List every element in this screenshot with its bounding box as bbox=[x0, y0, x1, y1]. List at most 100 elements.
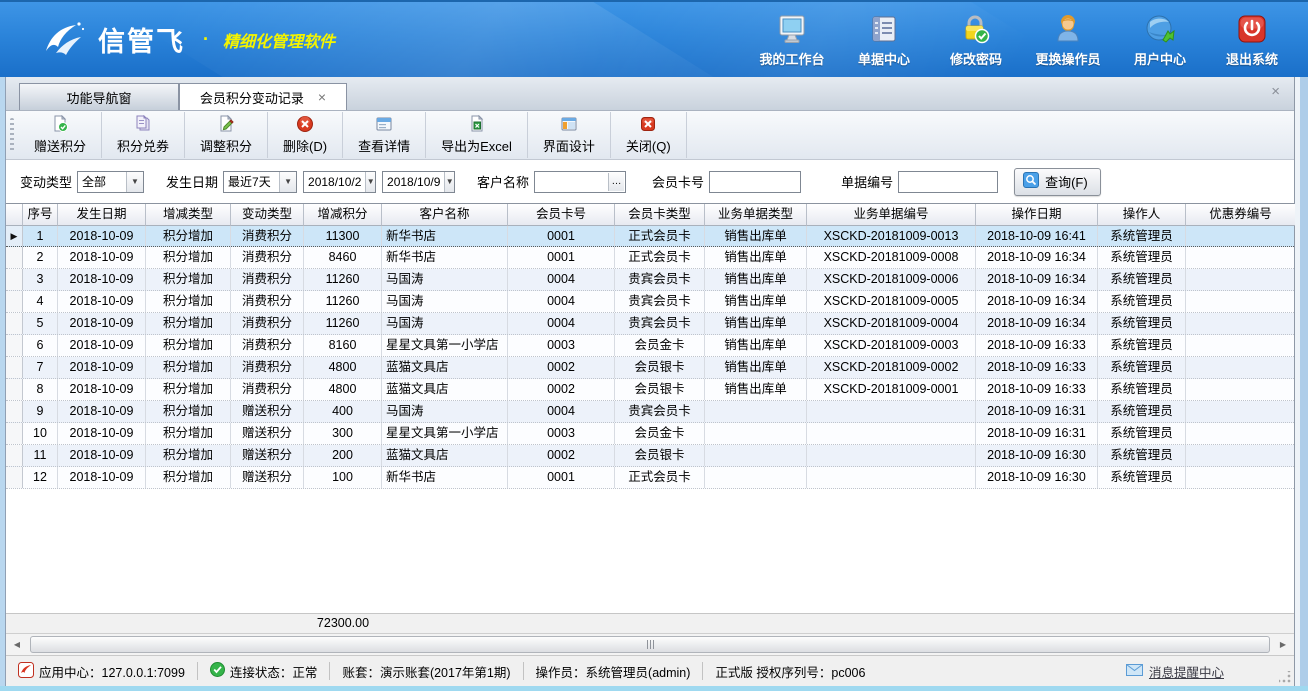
column-header-points[interactable]: 增减积分 bbox=[304, 204, 382, 226]
table-row[interactable]: 102018-10-09积分增加赠送积分300星星文具第一小学店0003会员金卡… bbox=[6, 423, 1294, 445]
column-header-inc-dec-kind[interactable]: 增减类型 bbox=[146, 204, 231, 226]
cell-inc-dec-kind: 积分增加 bbox=[146, 291, 231, 312]
gift-points-label: 赠送积分 bbox=[34, 136, 86, 155]
bill-center-button[interactable]: 单据中心 bbox=[842, 12, 926, 68]
message-center-link[interactable]: 消息提醒中心 bbox=[1126, 662, 1294, 681]
card-no-input[interactable] bbox=[709, 171, 801, 193]
cell-operator: 系统管理员 bbox=[1098, 226, 1186, 246]
table-row[interactable]: 32018-10-09积分增加消费积分11260马国涛0004贵宾会员卡销售出库… bbox=[6, 269, 1294, 291]
chevron-down-icon[interactable]: ▼ bbox=[279, 172, 296, 192]
table-row[interactable]: 122018-10-09积分增加赠送积分100新华书店0001正式会员卡2018… bbox=[6, 467, 1294, 489]
adjust-points-label: 调整积分 bbox=[200, 136, 252, 155]
cell-card-type: 贵宾会员卡 bbox=[615, 313, 705, 334]
date-from-select[interactable]: 2018/10/2 ▼ bbox=[303, 171, 376, 193]
column-header-operator[interactable]: 操作人 bbox=[1098, 204, 1186, 226]
change-type-select[interactable]: 全部 ▼ bbox=[77, 171, 144, 193]
points-to-coupon-button[interactable]: 积分兑券 bbox=[102, 112, 185, 158]
app-subtitle: 精细化管理软件 bbox=[223, 28, 335, 52]
row-indicator bbox=[6, 291, 23, 312]
bill-no-input[interactable] bbox=[898, 171, 998, 193]
cell-bill-type bbox=[705, 401, 807, 422]
table-row[interactable]: 112018-10-09积分增加赠送积分200蓝猫文具店0002会员银卡2018… bbox=[6, 445, 1294, 467]
date-preset-select[interactable]: 最近7天 ▼ bbox=[223, 171, 297, 193]
ui-design-button[interactable]: 界面设计 bbox=[528, 112, 611, 158]
selected-row-indicator: ▶ bbox=[6, 226, 23, 246]
column-header-customer-name[interactable]: 客户名称 bbox=[382, 204, 508, 226]
column-header-indicator[interactable] bbox=[6, 204, 23, 226]
column-header-seq[interactable]: 序号 bbox=[23, 204, 58, 226]
scroll-right-arrow-icon[interactable]: ▶ bbox=[1274, 636, 1292, 653]
adjust-points-button[interactable]: 调整积分 bbox=[185, 112, 268, 158]
cell-seq: 10 bbox=[23, 423, 58, 444]
chevron-down-icon[interactable]: ▼ bbox=[444, 172, 454, 192]
workbench-button[interactable]: 我的工作台 bbox=[750, 12, 834, 68]
query-button[interactable]: 查询(F) bbox=[1014, 168, 1101, 196]
cell-points: 100 bbox=[304, 467, 382, 488]
date-to-select[interactable]: 2018/10/9 ▼ bbox=[382, 171, 455, 193]
horizontal-scrollbar[interactable]: ◀ ▶ bbox=[6, 633, 1294, 655]
column-header-coupon-no[interactable]: 优惠券编号 bbox=[1186, 204, 1296, 226]
customer-input[interactable]: … bbox=[534, 171, 626, 193]
change-password-button[interactable]: 修改密码 bbox=[934, 12, 1018, 68]
resize-grip[interactable] bbox=[1279, 671, 1291, 683]
table-row[interactable]: 92018-10-09积分增加赠送积分400马国涛0004贵宾会员卡2018-1… bbox=[6, 401, 1294, 423]
export-excel-button[interactable]: 导出为Excel bbox=[426, 112, 528, 158]
close-button[interactable]: 关闭(Q) bbox=[611, 112, 687, 158]
cell-op-date: 2018-10-09 16:33 bbox=[976, 357, 1098, 378]
table-row[interactable]: 22018-10-09积分增加消费积分8460新华书店0001正式会员卡销售出库… bbox=[6, 247, 1294, 269]
tab-member-points-record[interactable]: 会员积分变动记录 × bbox=[179, 83, 347, 110]
table-row[interactable]: 42018-10-09积分增加消费积分11260马国涛0004贵宾会员卡销售出库… bbox=[6, 291, 1294, 313]
cell-points: 4800 bbox=[304, 379, 382, 400]
cell-card-no: 0002 bbox=[508, 357, 615, 378]
exit-system-button[interactable]: 退出系统 bbox=[1210, 12, 1294, 68]
app-logo-icon bbox=[36, 17, 88, 63]
tab-close-icon[interactable]: × bbox=[318, 90, 326, 104]
message-center-label: 消息提醒中心 bbox=[1149, 662, 1224, 681]
customer-label: 客户名称 bbox=[477, 172, 529, 191]
table-row[interactable]: 52018-10-09积分增加消费积分11260马国涛0004贵宾会员卡销售出库… bbox=[6, 313, 1294, 335]
ellipsis-button[interactable]: … bbox=[608, 173, 624, 191]
scroll-left-arrow-icon[interactable]: ◀ bbox=[8, 636, 26, 653]
status-bar: 应用中心：127.0.0.1:7099 连接状态：正常 账套：演示账套(2017… bbox=[6, 655, 1294, 686]
delete-button[interactable]: 删除(D) bbox=[268, 112, 343, 158]
cell-card-no: 0004 bbox=[508, 401, 615, 422]
scrollbar-thumb[interactable] bbox=[30, 636, 1270, 653]
cell-change-type: 消费积分 bbox=[231, 226, 304, 246]
export-excel-icon bbox=[468, 115, 486, 133]
account-status: 账套：演示账套(2017年第1期) bbox=[330, 662, 522, 681]
column-header-bill-no[interactable]: 业务单据编号 bbox=[807, 204, 976, 226]
column-header-op-date[interactable]: 操作日期 bbox=[976, 204, 1098, 226]
table-row[interactable]: ▶12018-10-09积分增加消费积分11300新华书店0001正式会员卡销售… bbox=[6, 225, 1294, 247]
column-header-occur-date[interactable]: 发生日期 bbox=[58, 204, 146, 226]
chevron-down-icon[interactable]: ▼ bbox=[126, 172, 143, 192]
table-row[interactable]: 82018-10-09积分增加消费积分4800蓝猫文具店0002会员银卡销售出库… bbox=[6, 379, 1294, 401]
cell-customer-name: 马国涛 bbox=[382, 291, 508, 312]
row-indicator bbox=[6, 357, 23, 378]
tab-function-nav[interactable]: 功能导航窗 bbox=[19, 83, 179, 110]
table-row[interactable]: 72018-10-09积分增加消费积分4800蓝猫文具店0002会员银卡销售出库… bbox=[6, 357, 1294, 379]
tabbar-close-icon[interactable]: × bbox=[1271, 83, 1280, 100]
switch-operator-button[interactable]: 更换操作员 bbox=[1026, 12, 1110, 68]
cell-coupon-no bbox=[1186, 313, 1296, 334]
gift-points-button[interactable]: 赠送积分 bbox=[19, 112, 102, 158]
workbench-label: 我的工作台 bbox=[759, 49, 824, 68]
cell-customer-name: 新华书店 bbox=[382, 247, 508, 268]
cell-change-type: 消费积分 bbox=[231, 247, 304, 268]
cell-customer-name: 星星文具第一小学店 bbox=[382, 423, 508, 444]
column-header-card-no[interactable]: 会员卡号 bbox=[508, 204, 615, 226]
power-icon bbox=[1235, 12, 1269, 46]
table-row[interactable]: 62018-10-09积分增加消费积分8160星星文具第一小学店0003会员金卡… bbox=[6, 335, 1294, 357]
column-header-card-type[interactable]: 会员卡类型 bbox=[615, 204, 705, 226]
lock-check-icon bbox=[959, 12, 993, 46]
toolbar-drag-handle[interactable] bbox=[10, 118, 14, 152]
column-header-change-type[interactable]: 变动类型 bbox=[231, 204, 304, 226]
user-center-button[interactable]: 用户中心 bbox=[1118, 12, 1202, 68]
tab-function-nav-label: 功能导航窗 bbox=[66, 88, 131, 107]
ui-design-icon bbox=[560, 115, 578, 133]
column-header-bill-type[interactable]: 业务单据类型 bbox=[705, 204, 807, 226]
cell-occur-date: 2018-10-09 bbox=[58, 467, 146, 488]
view-detail-button[interactable]: 查看详情 bbox=[343, 112, 426, 158]
chevron-down-icon[interactable]: ▼ bbox=[365, 172, 375, 192]
cell-op-date: 2018-10-09 16:34 bbox=[976, 269, 1098, 290]
cell-coupon-no bbox=[1186, 357, 1296, 378]
